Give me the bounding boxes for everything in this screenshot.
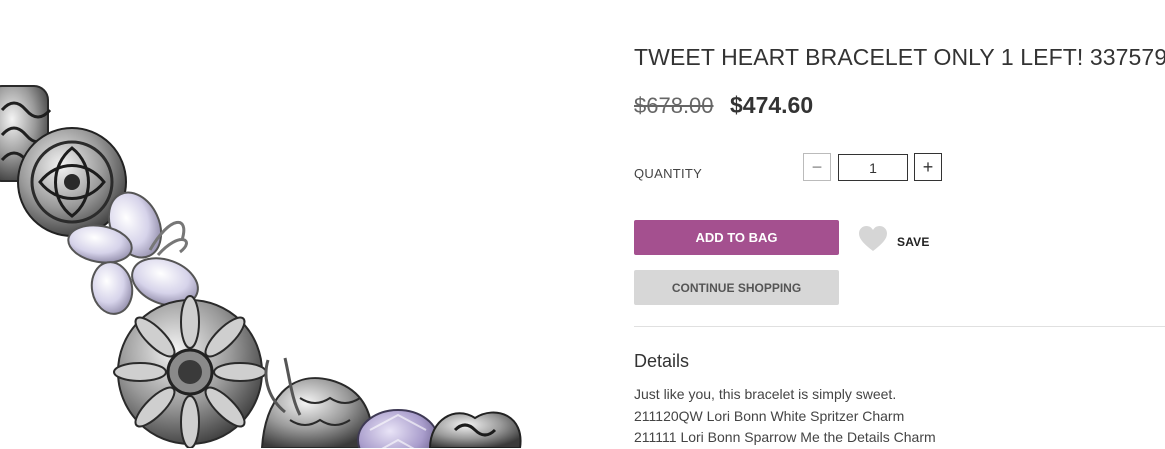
product-info-panel: TWEET HEART BRACELET ONLY 1 LEFT! 337579… bbox=[634, 0, 1165, 448]
details-line: 211111 Lori Bonn Sparrow Me the Details … bbox=[634, 429, 936, 445]
product-image bbox=[0, 0, 600, 448]
quantity-decrease-button[interactable]: − bbox=[803, 153, 831, 181]
quantity-input[interactable] bbox=[838, 154, 908, 181]
add-to-bag-button[interactable]: ADD TO BAG bbox=[634, 220, 839, 255]
sale-price: $474.60 bbox=[729, 92, 814, 118]
details-line: 211120QW Lori Bonn White Spritzer Charm bbox=[634, 407, 905, 424]
details-line: Just like you, this bracelet is simply s… bbox=[634, 386, 897, 402]
sparrow-bird-charm bbox=[260, 357, 374, 448]
quantity-label: QUANTITY bbox=[634, 166, 703, 181]
original-price: $678.00 bbox=[634, 93, 714, 118]
heart-icon bbox=[859, 226, 887, 251]
quantity-increase-button[interactable]: + bbox=[914, 153, 942, 181]
save-label: SAVE bbox=[897, 235, 930, 249]
price-row: $678.00 $474.60 bbox=[634, 92, 813, 119]
bracelet-illustration bbox=[0, 85, 522, 448]
continue-shopping-button[interactable]: CONTINUE SHOPPING bbox=[634, 270, 839, 305]
heart-charm bbox=[428, 411, 522, 448]
daisy-flower-charm bbox=[113, 295, 267, 448]
details-description: Just like you, this bracelet is simply s… bbox=[634, 384, 936, 449]
section-divider bbox=[634, 326, 1165, 327]
details-heading: Details bbox=[634, 351, 690, 371]
product-title: TWEET HEART BRACELET ONLY 1 LEFT! 337579 bbox=[634, 44, 1165, 70]
